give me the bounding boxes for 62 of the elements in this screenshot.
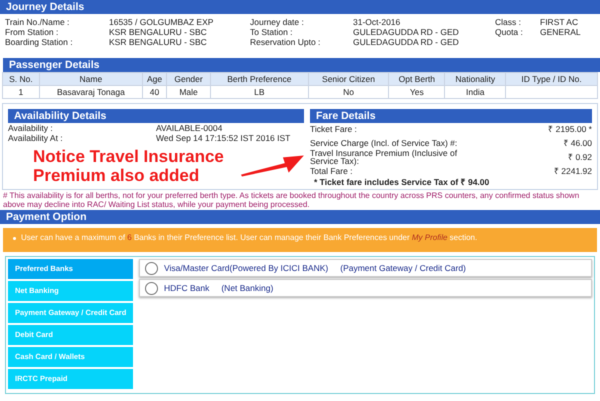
section-header: Journey Details xyxy=(0,0,600,14)
table-cell: LB xyxy=(210,86,308,98)
field-value: KSR BENGALURU - SBC xyxy=(109,27,208,37)
bullet-icon xyxy=(13,236,16,240)
field-label: Availability : xyxy=(8,123,54,133)
field-label: Service Charge (Incl. of Service Tax) #: xyxy=(310,139,458,147)
section-header: Availability Details xyxy=(8,109,304,123)
field-label: Quota : xyxy=(495,27,524,37)
field-value: AVAILABLE-0004 xyxy=(156,123,222,133)
option-name: Visa/Master Card(Powered By ICICI BANK) xyxy=(164,263,328,273)
field-label: Travel Insurance Premium (Inclusive of Service Tax): xyxy=(310,149,458,165)
field-value: ₹ 0.92 xyxy=(568,152,592,162)
field-value: 31-Oct-2016 xyxy=(353,17,402,27)
column-header: ID Type / ID No. xyxy=(506,72,598,86)
radio-button[interactable] xyxy=(145,262,158,274)
table-cell: 40 xyxy=(142,86,167,98)
field-label: Train No./Name : xyxy=(5,17,70,27)
notice-text: User can have a maximum of 6 Banks in their Preference list. User can manage their Bank Preferences under My Profile section. xyxy=(21,233,478,243)
field-value: Wed Sep 14 17:15:52 IST 2016 IST xyxy=(156,133,290,143)
column-header: Age xyxy=(142,72,167,86)
field-label: Total Fare : xyxy=(310,167,354,175)
field-label: Availability At : xyxy=(8,133,64,143)
field-label: From Station : xyxy=(5,27,60,37)
column-header: Gender xyxy=(166,72,210,86)
field-value: GULEDAGUDDA RD - GED xyxy=(353,37,460,47)
column-header: S. No. xyxy=(2,72,40,86)
table-cell: India xyxy=(444,86,506,98)
column-header: Senior Citizen xyxy=(308,72,389,86)
annotation-text: Notice Travel Insurance Premium also added xyxy=(33,147,225,185)
table-cell: 1 xyxy=(2,86,40,98)
column-header: Opt Berth xyxy=(388,72,445,86)
section-header: Passenger Details xyxy=(3,58,600,72)
disclaimer-text: # This availability is for all berths, not for your preferred berth type. As tickets are booked throughout the country across PRS counters, any confirmed status shown above may decline into RAC/ Waiting List status, while your payment being processed. xyxy=(2,190,580,210)
fare-note: * Ticket fare includes Service Tax of ₹ 94.00 xyxy=(313,177,490,187)
section-header: Payment Option xyxy=(0,210,600,224)
table-cell: No xyxy=(308,86,389,98)
field-label: Reservation Upto : xyxy=(250,37,322,47)
field-value: FIRST AC xyxy=(540,17,580,27)
field-value: GULEDAGUDDA RD - GED xyxy=(353,27,460,37)
option-name: HDFC Bank xyxy=(164,283,210,293)
field-label: Boarding Station : xyxy=(5,37,74,47)
option-type: (Payment Gateway / Credit Card) xyxy=(340,263,466,273)
table-cell: Basavaraj Tonaga xyxy=(39,86,142,98)
field-label: To Station : xyxy=(250,27,294,37)
field-value: KSR BENGALURU - SBC xyxy=(109,37,208,47)
field-value: ₹ 2241.92 xyxy=(554,166,592,176)
table-cell: Male xyxy=(166,86,210,98)
column-header: Nationality xyxy=(444,72,506,86)
field-value: 16535 / GOLGUMBAZ EXP xyxy=(109,17,214,27)
field-label: Ticket Fare : xyxy=(310,125,358,133)
field-label: Journey date : xyxy=(250,17,305,27)
field-label: Class : xyxy=(495,17,522,27)
field-value: GENERAL xyxy=(540,27,582,37)
option-type: (Net Banking) xyxy=(221,283,274,293)
field-value: ₹ 2195.00 * xyxy=(548,124,592,134)
section-header: Fare Details xyxy=(310,109,592,123)
field-value: ₹ 46.00 xyxy=(563,138,592,148)
column-header: Berth Preference xyxy=(210,72,308,86)
radio-button[interactable] xyxy=(145,282,158,294)
arrow-icon xyxy=(241,155,304,177)
table-cell: Yes xyxy=(388,86,445,98)
column-header: Name xyxy=(39,72,142,86)
